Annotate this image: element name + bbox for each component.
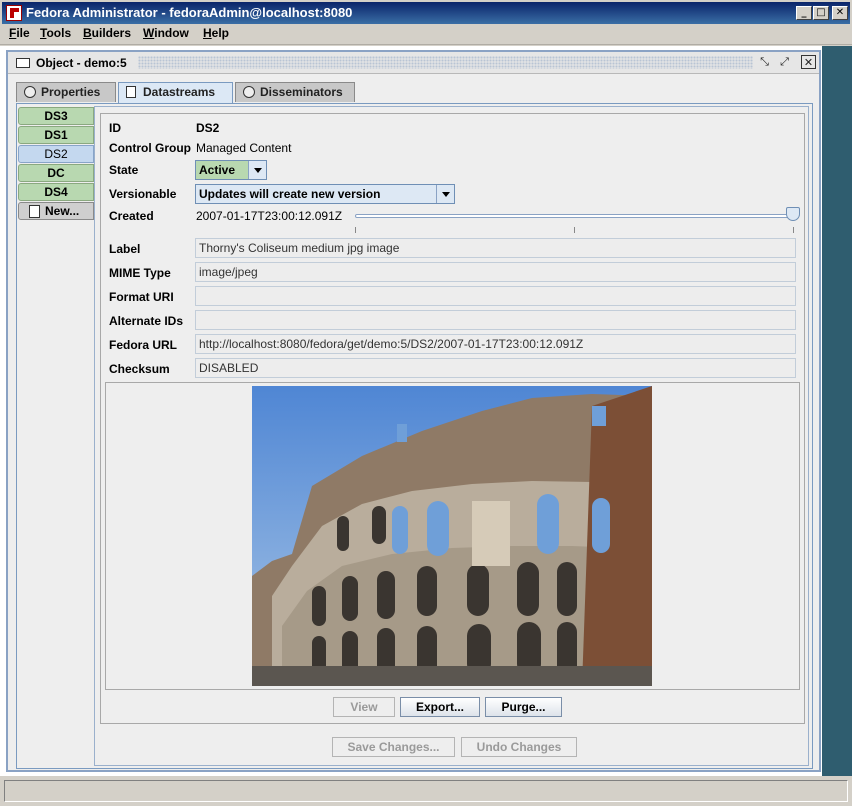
version-slider-thumb[interactable] [786,207,800,221]
state-label: State [109,163,139,177]
status-bar [4,780,848,802]
object-frame: Object - demo:5 ⤡ ⤢ ✕ Properties Datastr… [6,50,821,772]
folder-icon [16,58,30,68]
content-preview [105,382,800,690]
slider-tick [793,227,794,233]
fedora-url-field[interactable]: http://localhost:8080/fedora/get/demo:5/… [195,334,796,354]
control-group-value: Managed Content [196,141,292,155]
created-value: 2007-01-17T23:00:12.091Z [196,209,343,223]
coliseum-image [252,386,652,686]
save-changes-button[interactable]: Save Changes... [332,737,455,757]
menu-bar: File Tools Builders Window Help [0,24,852,45]
window-title: Fedora Administrator - fedoraAdmin@local… [26,5,353,20]
chevron-down-icon[interactable] [436,185,454,203]
mime-type-label: MIME Type [109,266,171,280]
datastream-tab-ds4[interactable]: DS4 [18,183,94,201]
chevron-down-icon[interactable] [248,161,266,179]
new-datastream-button[interactable]: New... [18,202,94,220]
close-button[interactable]: ✕ [832,6,848,20]
mime-type-field[interactable]: image/jpeg [195,262,796,282]
disseminators-icon [243,86,255,98]
versionable-dropdown[interactable]: Updates will create new version [195,184,455,204]
menu-help[interactable]: Help [203,26,229,40]
created-label: Created [109,209,154,223]
object-frame-title: Object - demo:5 [36,56,127,70]
checksum-label: Checksum [109,362,170,376]
state-dropdown[interactable]: Active [195,160,267,180]
desktop-strip [822,46,852,776]
menu-tools[interactable]: Tools [40,26,71,40]
tab-datastreams[interactable]: Datastreams [118,82,233,103]
slider-tick [574,227,575,233]
tab-disseminators[interactable]: Disseminators [235,82,355,102]
id-label: ID [109,121,121,135]
close-frame-icon[interactable]: ✕ [801,55,816,69]
datastream-properties: ID DS2 Control Group Managed Content Sta… [100,113,805,724]
id-value: DS2 [196,121,220,135]
undo-changes-button[interactable]: Undo Changes [461,737,577,757]
control-group-label: Control Group [109,141,191,155]
datastream-tab-dc[interactable]: DC [18,164,94,182]
alternate-ids-label: Alternate IDs [109,314,184,328]
iconify-icon[interactable]: ⤡ [757,55,772,69]
slider-tick [355,227,356,233]
menu-window[interactable]: Window [143,26,189,40]
datastream-detail-panel: ID DS2 Control Group Managed Content Sta… [94,106,809,766]
maximize-frame-icon[interactable]: ⤢ [777,55,792,69]
new-page-icon [29,205,40,218]
fedora-app-icon [6,5,22,21]
window-title-bar[interactable]: Fedora Administrator - fedoraAdmin@local… [0,0,852,24]
checksum-field[interactable]: DISABLED [195,358,796,378]
menu-file[interactable]: File [9,26,30,40]
title-grip-pattern [138,56,753,69]
tab-properties[interactable]: Properties [16,82,116,102]
format-uri-field[interactable] [195,286,796,306]
version-slider-track[interactable] [355,214,795,218]
format-uri-label: Format URI [109,290,174,304]
coliseum-photo-svg [252,386,652,686]
datastream-tab-ds1[interactable]: DS1 [18,126,94,144]
datastreams-icon [126,86,136,98]
view-button[interactable]: View [333,697,395,717]
object-frame-title-bar[interactable]: Object - demo:5 ⤡ ⤢ ✕ [8,52,819,74]
datastream-tab-ds2[interactable]: DS2 [18,145,94,163]
datastream-tab-ds3[interactable]: DS3 [18,107,94,125]
fedora-url-label: Fedora URL [109,338,178,352]
maximize-button[interactable]: □ [813,6,829,20]
minimize-button[interactable]: _ [796,6,812,20]
label-field[interactable]: Thorny's Coliseum medium jpg image [195,238,796,258]
menu-builders[interactable]: Builders [83,26,131,40]
versionable-label: Versionable [109,187,177,201]
label-label: Label [109,242,141,256]
info-icon [24,86,36,98]
purge-button[interactable]: Purge... [485,697,562,717]
alternate-ids-field[interactable] [195,310,796,330]
export-button[interactable]: Export... [400,697,480,717]
